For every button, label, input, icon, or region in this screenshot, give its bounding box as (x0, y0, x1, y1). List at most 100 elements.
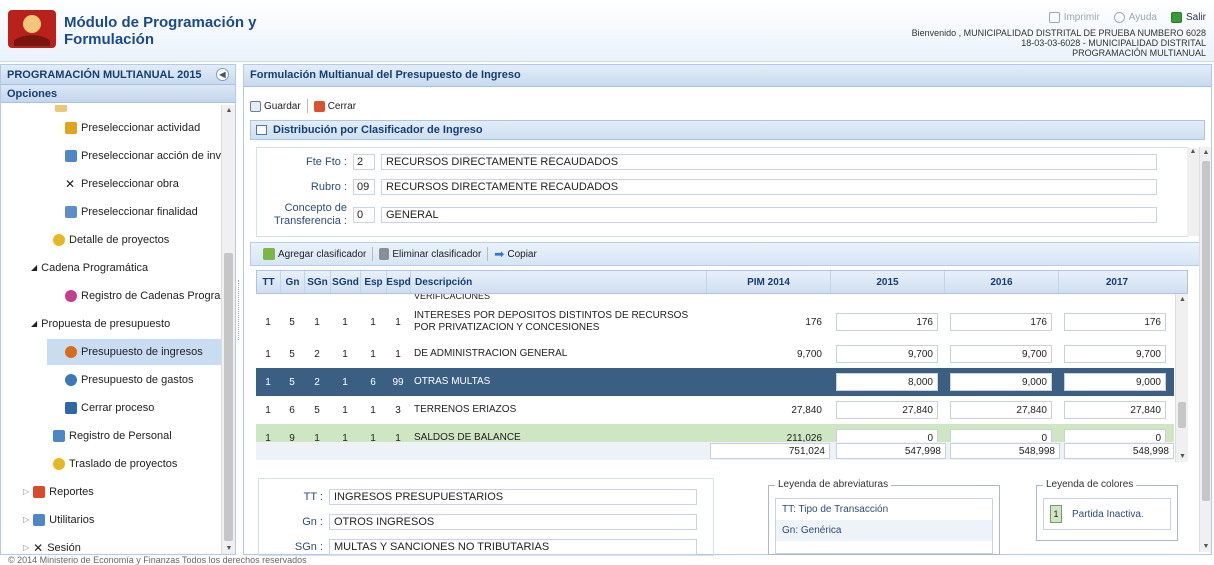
sidebar-group-propuesta[interactable]: ◢ Propuesta de presupuesto (31, 311, 170, 337)
fte-code-field[interactable]: 2 (353, 154, 375, 170)
fte-name-field[interactable]: RECURSOS DIRECTAMENTE RECAUDADOS (381, 154, 1157, 170)
scroll-down-icon[interactable]: ▼ (222, 545, 236, 552)
grid-scrollbar[interactable]: ▲ ▼ (1175, 294, 1188, 462)
add-classifier-button[interactable]: Agregar clasificador (263, 248, 366, 260)
close-button[interactable]: Cerrar (313, 100, 356, 112)
grid-scroll-thumb[interactable] (1178, 402, 1186, 428)
table-row[interactable]: VERIFICACIONES (256, 294, 1174, 302)
amount-input-2015[interactable]: 176 (836, 313, 938, 331)
year-cell: 9,700 (830, 340, 944, 368)
ministry-logo (8, 10, 56, 48)
concepto-name-field[interactable]: GENERAL (381, 207, 1157, 223)
sidebar-item-preseleccionar-accion[interactable]: Preseleccionar acción de invers (65, 143, 221, 169)
column-header[interactable]: Esp (361, 271, 387, 293)
table-row[interactable]: 1 5 1 1 1 1 INTERESES POR DEPOSITOS DISTINTOS … (256, 304, 1174, 340)
sidebar-item-label: Traslado de proyectos (69, 458, 178, 470)
detail-row: TT : INGRESOS PRESUPUESTARIOS (259, 489, 697, 505)
column-header[interactable]: Gn (281, 271, 305, 293)
close-icon (313, 100, 325, 112)
sidebar-item-label: Presupuesto de ingresos (81, 346, 203, 358)
sidebar-item-traslado-proyectos[interactable]: Traslado de proyectos (53, 451, 177, 477)
amount-input-2016[interactable]: 9,700 (950, 345, 1052, 363)
main-toolbar: Guardar Cerrar (250, 94, 356, 118)
sidebar-group-utilitarios[interactable]: ▷ Utilitarios (23, 507, 94, 533)
panel-splitter[interactable] (236, 280, 242, 340)
sidebar-group-reportes[interactable]: ▷ Reportes (23, 479, 94, 505)
sidebar-item-preseleccionar-finalidad[interactable]: Preseleccionar finalidad (65, 199, 198, 225)
main-scrollbar[interactable]: ▲ ▼ (1199, 147, 1211, 552)
amount-input-2015[interactable]: 8,000 (836, 373, 938, 391)
sidebar-item-detalle-proyectos[interactable]: Detalle de proyectos (53, 227, 169, 253)
scroll-down-icon[interactable]: ▼ (1200, 543, 1212, 550)
help-button[interactable]: Ayuda (1113, 12, 1157, 23)
amount-input-2015[interactable]: 27,840 (836, 401, 938, 419)
column-header[interactable]: SGn (305, 271, 331, 293)
scroll-up-icon[interactable]: ▲ (1176, 296, 1189, 303)
rubro-code-field[interactable]: 09 (353, 179, 375, 195)
amount-input-2017[interactable]: 9,000 (1064, 373, 1166, 391)
splitter-handle[interactable] (238, 280, 240, 340)
sidebar-group-sesion[interactable]: ▷ ✕ Sesión (23, 535, 81, 554)
main-scroll-thumb[interactable] (1202, 161, 1210, 501)
exit-button[interactable]: Salir (1170, 12, 1206, 23)
column-header[interactable]: SGnd (331, 271, 361, 293)
scroll-up-icon[interactable]: ▲ (222, 107, 236, 114)
column-header[interactable]: TT (257, 271, 281, 293)
toolbar-divider (372, 247, 374, 261)
sidebar-item-preseleccionar-obra[interactable]: ✕ Preseleccionar obra (65, 171, 179, 197)
navigation-scroll-thumb[interactable] (224, 253, 233, 541)
year-cell: 9,700 (944, 340, 1058, 368)
navigation-title: PROGRAMACIÓN MULTIANUAL 2015 ◀ (1, 65, 235, 85)
column-header[interactable]: 2016 (945, 271, 1059, 293)
rubro-name-field[interactable]: RECURSOS DIRECTAMENTE RECAUDADOS (381, 179, 1157, 195)
detail-value: OTROS INGRESOS (329, 514, 697, 530)
table-row[interactable]: 1 6 5 1 1 3 TERRENOS ERIAZOS 27,840 27,840 27,840… (256, 396, 1174, 424)
column-header[interactable]: 2017 (1059, 271, 1175, 293)
amount-input-2016[interactable]: 176 (950, 313, 1052, 331)
table-cell: 5 (289, 348, 295, 360)
amount-input-2016[interactable]: 9,000 (950, 373, 1052, 391)
sidebar-item-label: Presupuesto de gastos (81, 374, 194, 386)
remove-classifier-button[interactable]: Eliminar clasificador (379, 248, 481, 260)
table-cell: 1 (342, 316, 348, 328)
navigation-scrollbar[interactable]: ▲ ▼ (221, 105, 235, 554)
arrow-right-icon: ➡ (494, 247, 505, 261)
column-header[interactable]: 2015 (831, 271, 945, 293)
pim-cell: 9,700 (796, 348, 822, 360)
trash-icon (379, 248, 390, 260)
amount-input-2017[interactable]: 9,700 (1064, 345, 1166, 363)
print-button[interactable]: Imprimir (1048, 12, 1100, 23)
sidebar-item-cerrar-proceso[interactable]: Cerrar proceso (65, 395, 154, 421)
table-row[interactable]: 1 5 2 1 6 99 OTRAS MULTAS 8,000 9,000 9,000 (256, 368, 1174, 396)
copy-button[interactable]: ➡ Copiar (494, 247, 537, 261)
amount-input-2015[interactable]: 9,700 (836, 345, 938, 363)
amount-input-2016[interactable]: 27,840 (950, 401, 1052, 419)
app-header: Módulo de Programación y Formulación Imp… (0, 0, 1214, 62)
lock-icon (65, 402, 77, 414)
concepto-label: Concepto de Transferencia : (257, 202, 353, 228)
sidebar-item-presupuesto-ingresos[interactable]: Presupuesto de ingresos (47, 339, 221, 365)
save-button[interactable]: Guardar (250, 100, 301, 112)
sidebar-group-cadena[interactable]: ◢ Cadena Programática (31, 255, 148, 281)
concepto-code-field[interactable]: 0 (353, 207, 375, 223)
inactive-legend-label: Partida Inactiva. (1072, 508, 1144, 520)
pim-cell: 27,840 (791, 404, 822, 416)
scroll-up-icon[interactable]: ▲ (1200, 149, 1212, 156)
sidebar-item-presupuesto-gastos[interactable]: Presupuesto de gastos (65, 367, 194, 393)
column-header[interactable]: PIM 2014 (707, 271, 831, 293)
rubro-label: Rubro : (310, 181, 347, 193)
table-row[interactable]: 1 5 2 1 1 1 DE ADMINISTRACION GENERAL 9,700 9,70… (256, 340, 1174, 368)
column-header[interactable]: Espd (386, 271, 411, 293)
sidebar-item-registro-personal[interactable]: Registro de Personal (53, 423, 172, 449)
amount-input-2017[interactable]: 27,840 (1064, 401, 1166, 419)
session-icon: ✕ (33, 541, 44, 554)
sidebar-item-registro-cadenas[interactable]: Registro de Cadenas Programá (65, 283, 221, 309)
sidebar-item-preseleccionar-actividad[interactable]: Preseleccionar actividad (65, 115, 200, 141)
scroll-down-icon[interactable]: ▼ (1176, 453, 1189, 460)
form-scrollbar[interactable]: ▲ (1187, 148, 1199, 236)
totals-row: 751,024 547,998 548,998 548,998 (256, 442, 1174, 460)
amount-input-2017[interactable]: 176 (1064, 313, 1166, 331)
scroll-up-icon[interactable]: ▲ (1187, 148, 1199, 155)
column-header[interactable]: Descripción (411, 271, 707, 293)
collapse-panel-button[interactable]: ◀ (216, 68, 229, 81)
